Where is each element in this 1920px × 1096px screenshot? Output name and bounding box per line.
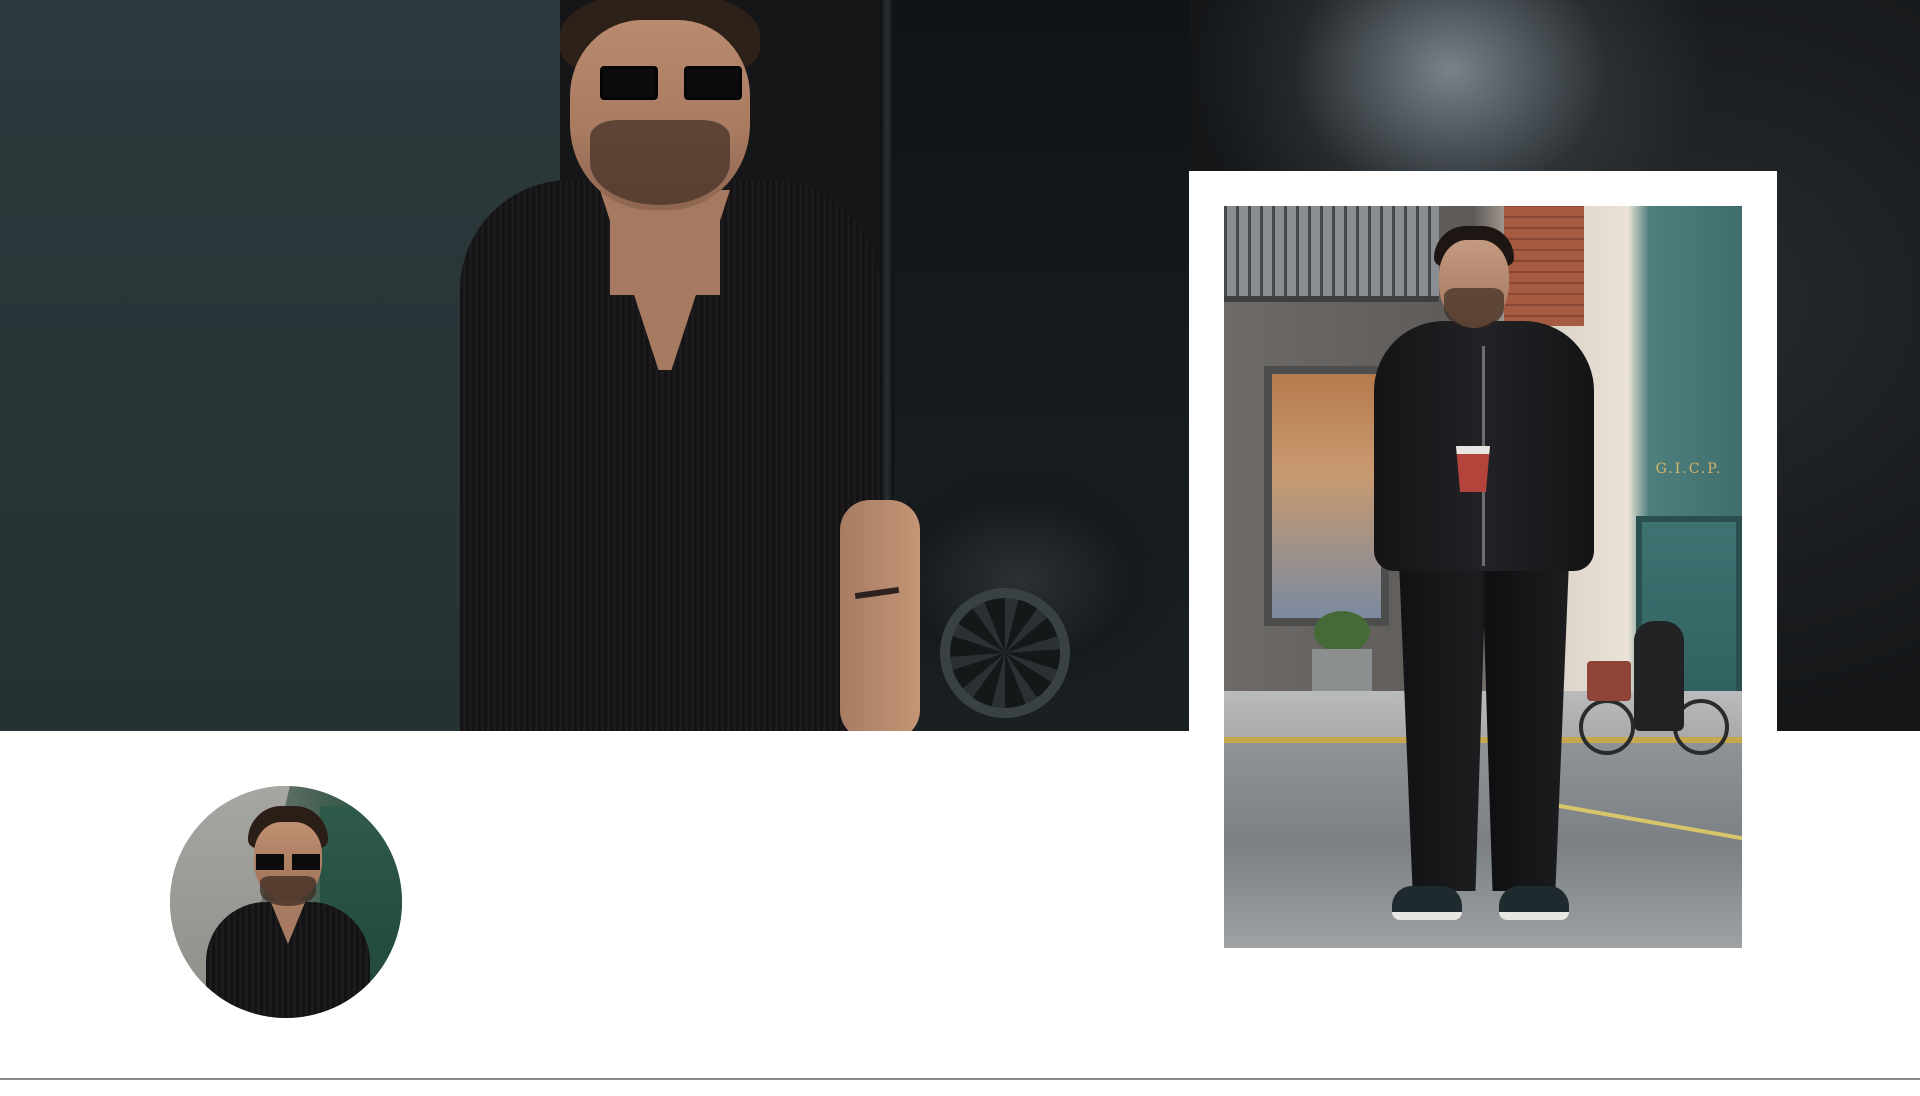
banner-person-beard [590,120,730,205]
street-cyclist [1579,621,1729,755]
banner-person [400,0,960,731]
coffee-cup-icon [1456,446,1490,492]
sneaker-icon [1499,886,1569,920]
sunglasses-icon [600,66,750,102]
featured-post-card[interactable]: G.I.C.P. [1189,171,1777,948]
featured-person-pants [1399,561,1569,891]
section-divider [0,1078,1920,1080]
featured-person [1374,226,1594,936]
sunglasses-icon [256,854,320,870]
sneaker-icon [1392,886,1462,920]
featured-person-beard [1444,288,1504,328]
profile-avatar[interactable] [170,786,402,1018]
banner-person-arm [840,500,920,731]
street-shop-window [1264,366,1389,626]
featured-post-photo[interactable]: G.I.C.P. [1224,206,1742,948]
profile-page: G.I.C.P. [0,0,1920,1096]
avatar-beard [260,876,316,906]
storefront-sign: G.I.C.P. [1655,461,1723,477]
street-planter [1312,611,1372,693]
